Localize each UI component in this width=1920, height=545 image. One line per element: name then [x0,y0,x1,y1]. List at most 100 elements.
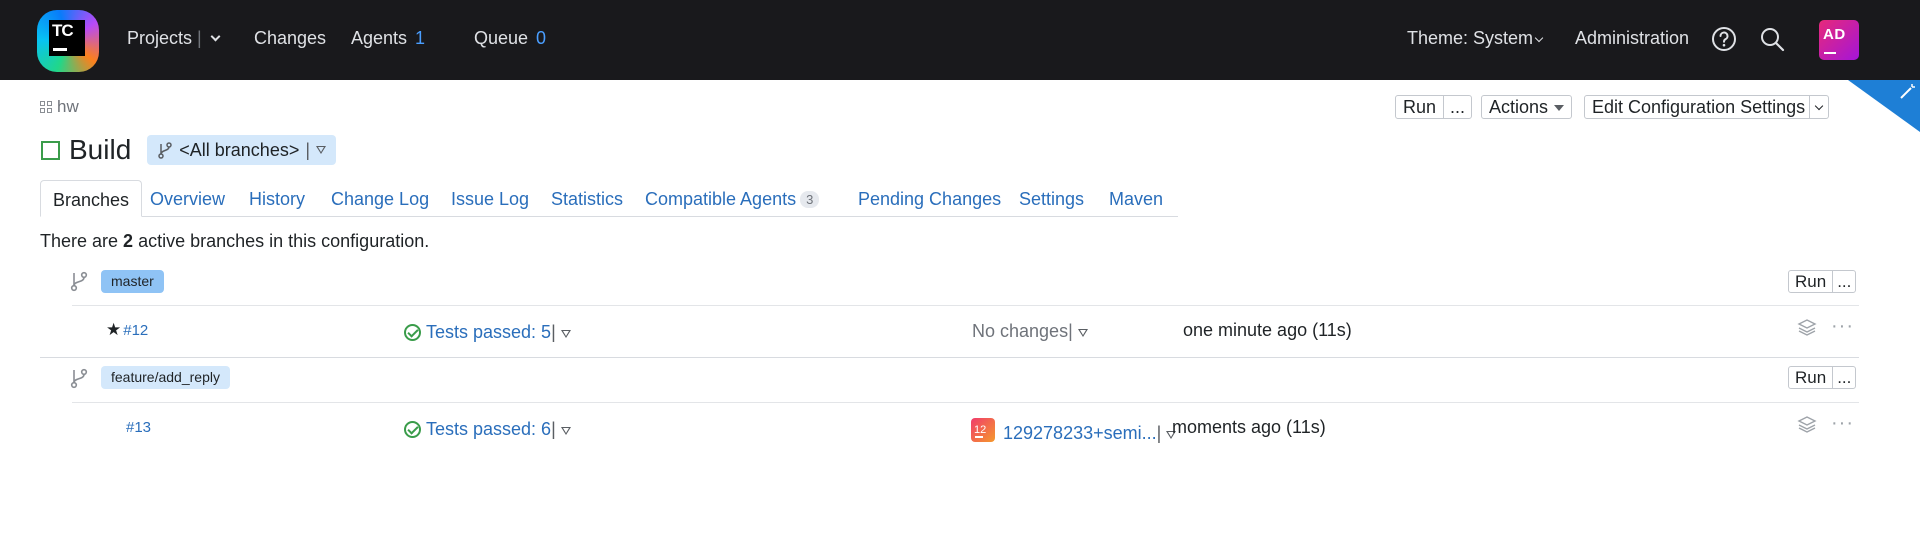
branch-run-button[interactable]: Run [1795,272,1826,291]
success-check-icon [404,324,421,341]
changes-cell[interactable]: No changes| [972,320,1088,342]
administration-label: Administration [1575,28,1690,48]
branch-icon [70,368,88,389]
top-navigation-bar: TC Projects | Changes Agents 1 Queue 0 Them… [0,0,1920,80]
row-divider [72,305,1859,306]
breadcrumb-project[interactable]: hw [57,97,79,117]
nav-changes[interactable]: Changes [254,27,326,49]
branch-selector[interactable]: <All branches> | [147,135,337,165]
build-status-icon [41,140,60,160]
more-actions-icon[interactable]: ··· [1831,316,1854,336]
build-time: one minute ago (11s) [1183,320,1352,340]
tab-branches[interactable]: Branches [40,180,143,217]
logo-text: TC [52,21,74,40]
build-status[interactable]: Tests passed: 6| [404,418,571,440]
summary-suffix: active branches in this configuration. [133,231,430,251]
nav-changes-label: Changes [254,28,327,48]
nav-queue[interactable]: Queue 0 [474,27,546,49]
tab-change-log[interactable]: Change Log [331,180,429,217]
tab-compatible-agents[interactable]: Compatible Agents 3 [645,180,820,217]
branch-icon [70,271,88,292]
caret-down-icon[interactable] [560,427,571,435]
changes-committer: 129278233+semi... [1003,423,1157,443]
tab-issue-log[interactable]: Issue Log [451,180,529,217]
breadcrumb: hw [40,97,79,117]
tab-bar: Branches Overview History Change Log Iss… [40,180,1178,217]
star-icon[interactable]: ★ [106,320,121,339]
nav-projects[interactable]: Projects | [127,27,221,49]
help-icon[interactable] [1711,26,1737,52]
build-status-text: Tests passed: 5 [426,322,552,342]
wand-icon [1900,84,1915,99]
branch-run-group: Run... [1788,366,1857,389]
project-grid-icon [40,100,53,114]
changes-text: No changes [972,321,1069,341]
edit-configuration-button[interactable]: Edit Configuration Settings [1592,97,1805,117]
active-branch-count: 2 [123,231,134,251]
theme-selector[interactable]: Theme: System [1407,27,1544,49]
agents-count-badge: 3 [800,191,820,208]
teamcity-logo[interactable]: TC [37,10,99,72]
branch-tag-feature[interactable]: feature/add_reply [101,366,230,389]
agents-count: 1 [415,28,426,48]
build-number-link[interactable]: #13 [126,419,151,436]
nav-agents-label: Agents [351,28,408,48]
avatar-initials: AD [1823,26,1846,43]
build-time: moments ago (11s) [1172,417,1326,437]
success-check-icon [404,421,421,438]
queue-count: 0 [536,28,547,48]
branch-run-options[interactable]: ... [1832,271,1855,292]
tab-compatible-agents-label: Compatible Agents [645,189,797,209]
caret-down-icon [1554,105,1565,111]
branch-selector-label: <All branches> [179,139,300,160]
tab-statistics[interactable]: Statistics [551,180,623,217]
branch-divider [40,357,1859,358]
search-icon[interactable] [1759,26,1785,52]
branch-run-options[interactable]: ... [1832,367,1855,388]
build-number-cell: #13 [126,415,151,439]
more-actions-icon[interactable]: ··· [1831,413,1854,433]
edit-settings-dropdown[interactable] [1809,96,1828,118]
page-title: Build [69,134,132,165]
actions-label: Actions [1489,97,1549,117]
page-header: Build <All branches> | [41,134,337,166]
theme-label: Theme: System [1407,28,1534,48]
caret-down-icon [316,146,327,154]
build-status[interactable]: Tests passed: 5| [404,321,571,343]
tab-pending-changes[interactable]: Pending Changes [858,180,1001,217]
branches-summary: There are 2 active branches in this conf… [40,231,429,252]
committer-avatar: 12 [971,418,995,442]
layers-icon[interactable] [1797,318,1817,336]
tab-maven[interactable]: Maven [1109,180,1163,217]
edit-settings-group: Edit Configuration Settings [1584,95,1830,119]
chevron-down-icon[interactable] [210,31,221,42]
user-avatar[interactable]: AD [1819,20,1859,60]
summary-prefix: There are [40,231,124,251]
corner-ribbon[interactable] [1848,80,1920,132]
branch-run-group: Run... [1788,270,1857,293]
row-divider [72,402,1859,403]
tab-settings[interactable]: Settings [1019,180,1084,217]
nav-projects-label: Projects [127,28,193,48]
logo-box: TC [49,20,85,56]
build-status-text: Tests passed: 6 [426,419,552,439]
branch-run-button[interactable]: Run [1795,368,1826,387]
tab-overview[interactable]: Overview [150,180,225,217]
changes-cell[interactable]: 12 129278233+semi...| [971,415,1177,444]
actions-dropdown[interactable]: Actions [1481,95,1573,119]
build-number-link[interactable]: #12 [123,322,148,339]
branch-icon [158,142,173,159]
chevron-down-icon [1534,33,1544,43]
caret-down-icon[interactable] [1077,329,1088,337]
tab-history[interactable]: History [249,180,305,217]
run-options-button[interactable]: ... [1443,96,1471,118]
layers-icon[interactable] [1797,415,1817,433]
caret-down-icon[interactable] [560,330,571,338]
build-number-cell: ★ #12 [106,318,148,342]
branch-tag-master[interactable]: master [101,270,164,293]
nav-agents[interactable]: Agents 1 [351,27,425,49]
nav-queue-label: Queue [474,28,529,48]
administration-link[interactable]: Administration [1575,27,1689,49]
run-button-group: Run... [1395,95,1473,119]
run-button[interactable]: Run [1403,97,1436,117]
